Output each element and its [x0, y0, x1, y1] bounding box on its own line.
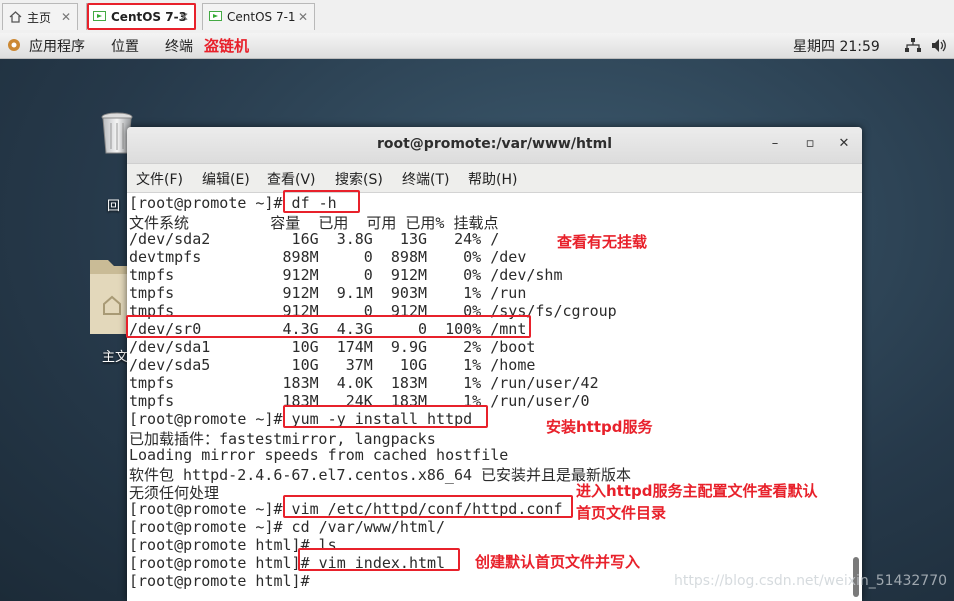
trash-label: 回: [107, 199, 121, 214]
home-folder-icon[interactable]: [88, 254, 128, 342]
annotation-vim-index: 创建默认首页文件并写入: [475, 553, 641, 571]
terminal-line: /dev/sda5 10G 37M 10G 1% /home: [129, 356, 536, 374]
annotation-vim-conf-1: 进入httpd服务主配置文件查看默认: [576, 482, 818, 500]
volume-icon[interactable]: [931, 38, 948, 57]
apps-icon: [6, 37, 22, 57]
annotation-box-vim-conf: [283, 495, 573, 518]
menu-bar: 文件(F) 编辑(E) 查看(V) 搜索(S) 终端(T) 帮助(H): [127, 164, 862, 193]
menu-edit[interactable]: 编辑(E): [202, 169, 250, 189]
menu-view[interactable]: 查看(V): [267, 169, 316, 189]
tab-label: CentOS 7-1: [227, 10, 296, 24]
terminal-line: [root@promote ~]# cd /var/www/html/: [129, 518, 446, 536]
minimize-button[interactable]: –: [765, 136, 785, 154]
terminal-line: tmpfs 912M 0 912M 0% /dev/shm: [129, 266, 563, 284]
menu-terminal[interactable]: 终端(T): [402, 169, 449, 189]
terminal-output[interactable]: [root@promote ~]# df -h 文件系统 容量 已用 可用 已用%…: [127, 193, 862, 601]
annotation-vim-conf-2: 首页文件目录: [576, 504, 667, 522]
close-button[interactable]: ✕: [834, 136, 854, 154]
network-icon[interactable]: [905, 38, 921, 57]
tab-label: 主页: [27, 10, 52, 25]
annotation-box-df: [283, 190, 360, 213]
terminal-line: [root@promote html]#: [129, 572, 319, 590]
top-panel: 应用程序 位置 终端 盗链机 星期四 21:59: [0, 33, 954, 59]
menu-search[interactable]: 搜索(S): [335, 169, 383, 189]
close-icon[interactable]: ✕: [298, 10, 308, 24]
home-label: 主文: [102, 350, 129, 365]
terminal-window[interactable]: root@promote:/var/www/html – ▫ ✕ 文件(F) 编…: [127, 127, 862, 601]
terminal-line: tmpfs 183M 4.0K 183M 1% /run/user/42: [129, 374, 599, 392]
annotation-leech-host: 盗链机: [204, 37, 250, 55]
annotation-box-vim-index: [298, 548, 460, 571]
tab-centos-7-1[interactable]: CentOS 7-1 ✕: [202, 3, 315, 30]
annotation-yum: 安装httpd服务: [546, 418, 653, 436]
vm-icon: [209, 11, 222, 23]
title-bar[interactable]: root@promote:/var/www/html – ▫ ✕: [127, 127, 862, 164]
tab-home[interactable]: 主页 ✕: [2, 3, 78, 30]
watermark: https://blog.csdn.net/weixin_51432770: [674, 573, 948, 589]
annotation-df: 查看有无挂载: [557, 233, 648, 251]
terminal-line: devtmpfs 898M 0 898M 0% /dev: [129, 248, 527, 266]
terminal-line: 软件包 httpd-2.4.6-67.el7.centos.x86_64 已安装…: [129, 466, 632, 484]
annotation-box-sr0: [126, 315, 531, 338]
annotation-box-yum: [283, 405, 488, 428]
terminal-line: 文件系统 容量 已用 可用 已用% 挂载点: [129, 214, 499, 232]
menu-terminal[interactable]: 终端: [165, 36, 193, 56]
close-icon[interactable]: ✕: [61, 10, 71, 24]
window-title: root@promote:/var/www/html: [376, 136, 613, 152]
terminal-line: 无须任何处理: [129, 484, 220, 502]
terminal-line: /dev/sda1 10G 174M 9.9G 2% /boot: [129, 338, 536, 356]
clock[interactable]: 星期四 21:59: [793, 36, 880, 56]
annotation-box-active-tab: [87, 3, 196, 30]
terminal-line: /dev/sda2 16G 3.8G 13G 24% /: [129, 230, 500, 248]
menu-help[interactable]: 帮助(H): [468, 169, 517, 189]
terminal-line: tmpfs 912M 9.1M 903M 1% /run: [129, 284, 527, 302]
terminal-line: 已加载插件：fastestmirror, langpacks: [129, 430, 436, 448]
terminal-line: Loading mirror speeds from cached hostfi…: [129, 446, 509, 464]
menu-places[interactable]: 位置: [111, 36, 139, 56]
menu-file[interactable]: 文件(F): [136, 169, 183, 189]
menu-applications[interactable]: 应用程序: [29, 36, 85, 56]
home-icon: [9, 11, 22, 23]
maximize-button[interactable]: ▫: [800, 136, 820, 154]
